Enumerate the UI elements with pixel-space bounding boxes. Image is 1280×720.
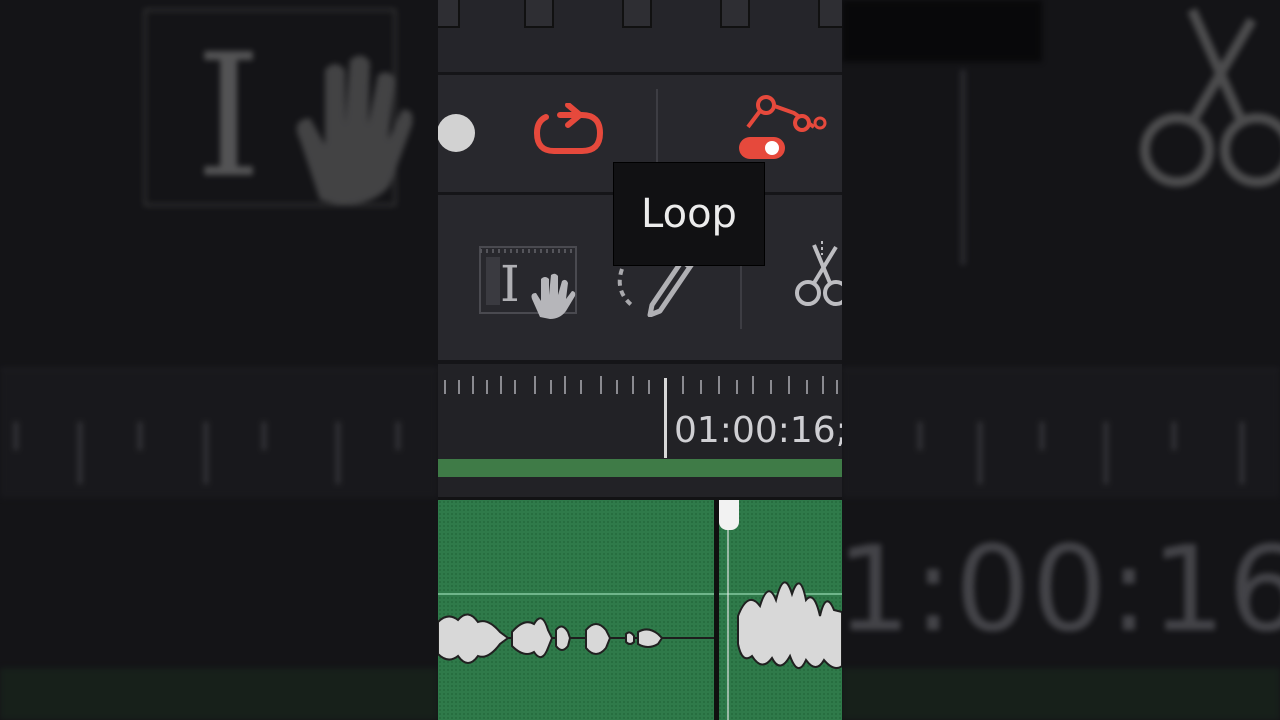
record-dot-icon[interactable] (438, 111, 476, 159)
loop-icon[interactable] (532, 102, 606, 161)
tooltip-text: Loop (641, 191, 737, 237)
left-blurred-background: I (0, 0, 438, 720)
scissors-icon[interactable] (794, 241, 842, 315)
audio-waveform-right (737, 581, 842, 669)
right-blurred-background: 1:00:16; (842, 0, 1280, 720)
top-toolbar-strip (438, 0, 842, 75)
timecode-display: 01:00:16; (674, 410, 842, 451)
scissors-icon (1132, 0, 1280, 200)
timeline-range-bar[interactable] (438, 459, 842, 477)
trim-hand-icon[interactable]: I (478, 243, 578, 323)
timeline-ruler[interactable]: 01:00:16; (438, 364, 842, 459)
audio-clip-track[interactable] (438, 500, 842, 720)
audio-waveform-left (438, 613, 714, 664)
playhead-handle[interactable] (719, 500, 739, 530)
trim-hand-icon: I (140, 0, 420, 216)
keyframe-toggle-icon[interactable] (734, 93, 830, 167)
svg-text:I: I (500, 255, 520, 313)
blurred-timecode: 1:00:16; (842, 520, 1280, 658)
editor-toolbar-crop: I 01:00:16; (438, 0, 842, 720)
loop-tooltip: Loop (613, 162, 765, 266)
playhead-marker[interactable] (664, 378, 667, 458)
svg-text:I: I (195, 18, 262, 210)
clip-edit-point[interactable] (714, 500, 719, 720)
